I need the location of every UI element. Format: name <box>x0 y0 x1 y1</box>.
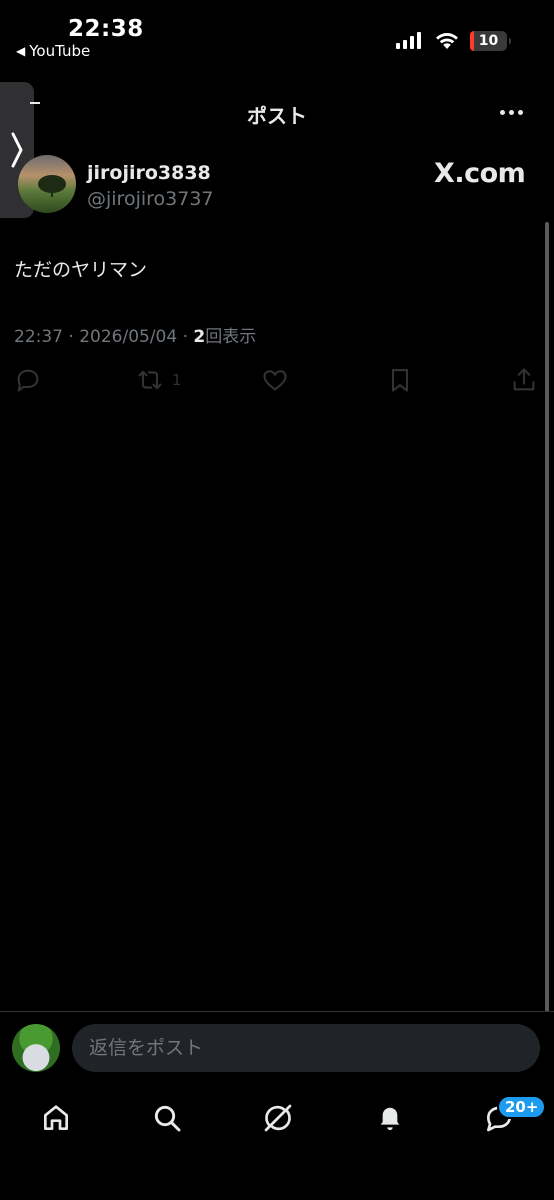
more-options-icon[interactable] <box>500 110 523 115</box>
like-button[interactable] <box>261 366 289 394</box>
back-app-label: YouTube <box>29 42 91 60</box>
scrollbar[interactable] <box>545 222 549 1012</box>
reply-divider <box>0 1011 554 1012</box>
share-icon <box>513 368 535 391</box>
post-meta: 22:37 · 2026/05/04 · 2回表示 <box>14 322 256 347</box>
notifications-icon <box>380 1107 400 1130</box>
nav-search[interactable] <box>149 1100 185 1136</box>
home-icon <box>44 1105 68 1130</box>
post-text: ただのヤリマン <box>14 259 148 281</box>
post-timestamp: 22:37 · 2026/05/04 · <box>14 327 194 347</box>
battery-level-text: 10 <box>478 33 499 49</box>
nav-notifications[interactable] <box>372 1100 408 1136</box>
reply-icon <box>17 369 39 392</box>
heart-icon <box>263 370 287 391</box>
author-avatar[interactable] <box>18 155 76 213</box>
author-handle[interactable]: @jirojiro3737 <box>87 188 214 210</box>
share-button[interactable] <box>510 366 538 394</box>
nav-grok[interactable] <box>260 1100 296 1136</box>
bookmark-icon <box>391 369 409 392</box>
bookmark-button[interactable] <box>386 366 414 394</box>
status-time: 22:38 <box>68 16 144 42</box>
repost-button[interactable]: 1 <box>136 366 182 394</box>
nav-home[interactable] <box>38 1100 74 1136</box>
wifi-icon <box>436 33 458 49</box>
repost-count: 1 <box>172 371 182 389</box>
repost-icon <box>138 370 162 390</box>
messages-badge: 20+ <box>497 1095 547 1119</box>
back-triangle-icon: ◀ <box>16 44 26 58</box>
search-icon <box>154 1105 181 1132</box>
grok-icon <box>264 1104 292 1132</box>
x-com-watermark: X.com <box>434 158 526 189</box>
reply-button[interactable] <box>14 366 42 394</box>
views-label: 回表示 <box>205 327 257 347</box>
views-count: 2 <box>193 327 206 347</box>
current-user-avatar[interactable] <box>12 1024 60 1072</box>
battery-indicator: 10 <box>470 31 511 51</box>
reply-input[interactable] <box>72 1024 540 1072</box>
author-display-name[interactable]: jirojiro3838 <box>87 162 211 184</box>
cellular-signal-icon <box>396 32 421 49</box>
page-title: ポスト <box>247 104 307 128</box>
battery-nub <box>509 38 511 44</box>
back-to-app-link[interactable]: ◀ YouTube <box>16 42 90 60</box>
avatar-tree-image <box>38 175 66 197</box>
battery-level-fill <box>470 31 474 51</box>
